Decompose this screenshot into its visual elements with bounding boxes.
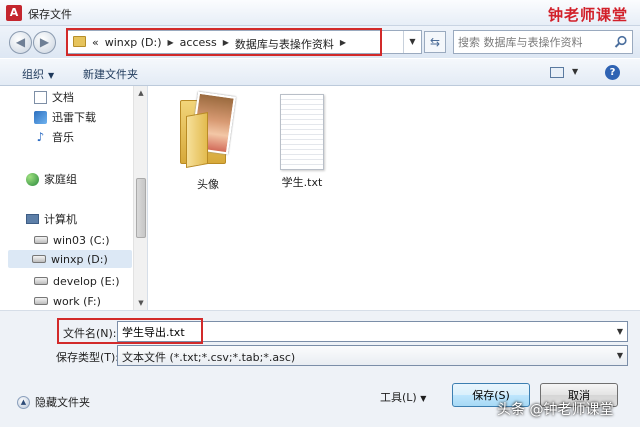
sidebar-item-drive-f[interactable]: work (F:) [34,292,101,310]
drive-icon [34,236,48,244]
save-type-value: 文本文件 (*.txt;*.csv;*.tab;*.asc) [122,351,296,364]
photo-folder-icon [176,91,240,172]
file-item-text[interactable]: 学生.txt [262,92,342,190]
document-icon [34,90,47,104]
save-type-label: 保存类型(T): [56,351,120,364]
scroll-thumb[interactable] [136,178,146,238]
chevron-down-icon: ▼ [616,351,623,360]
sidebar-item-drive-c[interactable]: win03 (C:) [34,231,110,249]
view-icon[interactable] [550,67,564,78]
sidebar-item-label: 家庭组 [44,173,77,186]
organize-label: 组织 [22,68,44,81]
view-dropdown-icon[interactable]: ▼ [572,67,578,76]
organize-menu[interactable]: 组织 ▼ [22,66,54,82]
tools-label: 工具(L) [380,391,417,404]
navigation-bar: ◀ ▶ « winxp (D:) ▶ access ▶ 数据库与表操作资料 ▶ … [0,26,640,58]
sidebar-item-label: 计算机 [44,213,77,226]
toolbar: 组织 ▼ 新建文件夹 ▼ ? [0,58,640,86]
watermark-title: 钟老师课堂 [547,6,628,24]
sidebar-item-xunlei-download[interactable]: 迅雷下载 [34,108,96,126]
search-icon[interactable] [614,35,628,49]
chevron-down-icon: ▼ [48,71,55,80]
hide-folders-label: 隐藏文件夹 [35,396,90,409]
music-icon: ♪ [36,129,45,144]
file-name: 头像 [197,178,219,191]
file-name: 学生.txt [281,176,323,189]
sidebar-item-label: 音乐 [52,131,74,144]
save-type-select[interactable]: 文本文件 (*.txt;*.csv;*.tab;*.asc) ▼ [117,345,628,366]
highlight-box [57,318,203,344]
scroll-up-icon[interactable]: ▲ [134,86,148,100]
back-arrow-icon: ◀ [15,35,26,49]
drive-icon [34,297,48,305]
sidebar-item-label: winxp (D:) [51,252,108,266]
drive-icon [34,277,48,285]
scroll-down-icon[interactable]: ▼ [134,296,148,310]
search-box [453,30,633,54]
sidebar-item-label: 迅雷下载 [52,111,96,124]
sidebar-item-music[interactable]: ♪ 音乐 [34,128,74,146]
forward-arrow-icon: ▶ [39,35,50,49]
sidebar-item-drive-d[interactable]: winxp (D:) [8,250,132,268]
app-icon: A [6,5,22,21]
sidebar-item-label: 文档 [52,91,74,104]
chevron-down-icon: ▼ [420,394,427,403]
back-button[interactable]: ◀ [9,31,32,54]
title-bar: A 保存文件 钟老师课堂 [0,0,640,26]
help-icon[interactable]: ? [605,65,620,80]
download-icon [34,110,47,124]
search-input[interactable] [458,33,608,51]
filename-dropdown-icon[interactable]: ▼ [617,327,623,336]
file-list: 头像 学生.txt [148,86,640,310]
sidebar-item-computer[interactable]: 计算机 [26,210,77,228]
sidebar-item-label: win03 (C:) [53,233,110,247]
address-dropdown-icon[interactable]: ▼ [403,31,421,53]
window-title: 保存文件 [28,8,72,21]
tools-menu[interactable]: 工具(L) ▼ [380,389,426,405]
save-form: 文件名(N): ▼ 保存类型(T): 文本文件 (*.txt;*.csv;*.t… [0,310,640,427]
sidebar-item-label: develop (E:) [53,274,120,288]
homegroup-icon [26,172,39,186]
refresh-icon[interactable]: ⇆ [424,31,446,53]
navigation-pane: 文档 迅雷下载 ♪ 音乐 家庭组 计算机 win03 (C:) winxp (D:… [0,86,148,310]
sidebar-item-documents[interactable]: 文档 [34,88,74,106]
drive-icon [32,255,46,263]
new-folder-button[interactable]: 新建文件夹 [83,66,138,82]
file-item-folder[interactable]: 头像 [168,91,248,192]
chevron-up-icon: ▲ [17,395,30,409]
sidebar-scrollbar[interactable]: ▲ ▼ [133,86,147,310]
forward-button[interactable]: ▶ [33,31,56,54]
sidebar-item-homegroup[interactable]: 家庭组 [26,170,77,188]
hide-folders-toggle[interactable]: ▲ 隐藏文件夹 [17,394,90,410]
text-file-icon [280,94,324,170]
watermark-footer: 头条 @钟老师课堂 [497,402,614,418]
sidebar-item-drive-e[interactable]: develop (E:) [34,272,120,290]
computer-icon [26,214,39,224]
sidebar-item-label: work (F:) [53,294,101,308]
highlight-box [66,28,382,56]
